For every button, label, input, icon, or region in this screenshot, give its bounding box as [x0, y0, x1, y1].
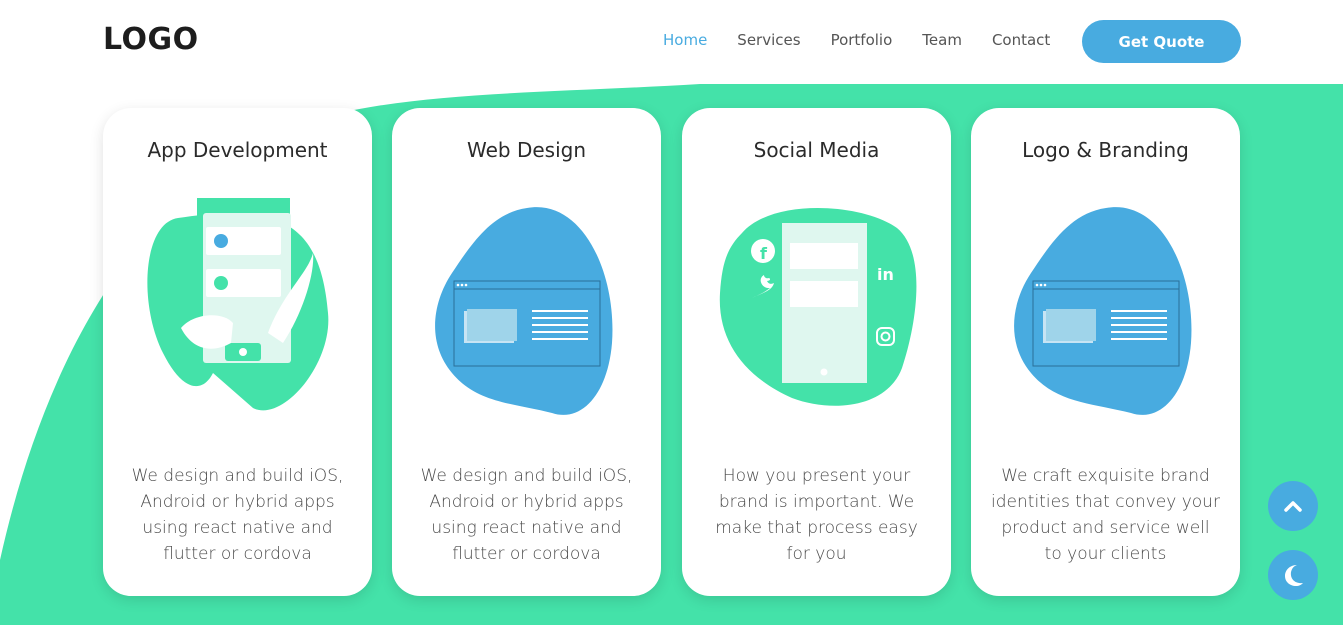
- navbar: LOGO Home Services Portfolio Team Contac…: [0, 0, 1343, 83]
- get-quote-button[interactable]: Get Quote: [1082, 20, 1241, 63]
- service-card-description: We design and build iOS, Android or hybr…: [131, 466, 344, 564]
- service-card-description: We design and build iOS, Android or hybr…: [420, 466, 633, 564]
- browser-window-illustration: [435, 207, 613, 415]
- dark-mode-toggle-button[interactable]: [1268, 550, 1318, 600]
- service-card-title: Logo & Branding: [1022, 138, 1189, 162]
- service-card-title: App Development: [147, 138, 328, 162]
- main-nav: Home Services Portfolio Team Contact: [663, 31, 1080, 49]
- chevron-up-icon: [1284, 501, 1302, 512]
- service-card-title: Social Media: [753, 138, 880, 162]
- service-card-web-design[interactable]: Web Design We design and build iOS, Andr…: [392, 108, 661, 596]
- phone-hand-illustration: [147, 198, 329, 411]
- svg-text:f: f: [760, 244, 768, 263]
- nav-link-services[interactable]: Services: [737, 31, 800, 49]
- logo[interactable]: LOGO: [103, 22, 199, 57]
- service-card-social-media[interactable]: Social Media f in How you present your b…: [682, 108, 951, 596]
- service-card-description: How you present your brand is important.…: [715, 466, 918, 564]
- nav-link-team[interactable]: Team: [922, 31, 962, 49]
- linkedin-icon: in: [877, 265, 894, 284]
- nav-link-contact[interactable]: Contact: [992, 31, 1050, 49]
- service-card-logo-branding[interactable]: Logo & Branding We craft exquisite brand…: [971, 108, 1240, 596]
- service-card-description: We craft exquisite brand identities that…: [991, 466, 1220, 564]
- nav-link-home[interactable]: Home: [663, 31, 707, 49]
- browser-window-illustration: [1014, 207, 1192, 415]
- moon-icon: [1285, 565, 1303, 586]
- facebook-icon: f: [751, 239, 775, 263]
- service-card-app-development[interactable]: App Development We design and build iOS,…: [103, 108, 372, 596]
- social-phone-illustration: f in: [719, 208, 917, 406]
- page: LOGO Home Services Portfolio Team Contac…: [0, 0, 1343, 625]
- scroll-to-top-button[interactable]: [1268, 481, 1318, 531]
- service-card-title: Web Design: [466, 138, 586, 162]
- nav-link-portfolio[interactable]: Portfolio: [831, 31, 893, 49]
